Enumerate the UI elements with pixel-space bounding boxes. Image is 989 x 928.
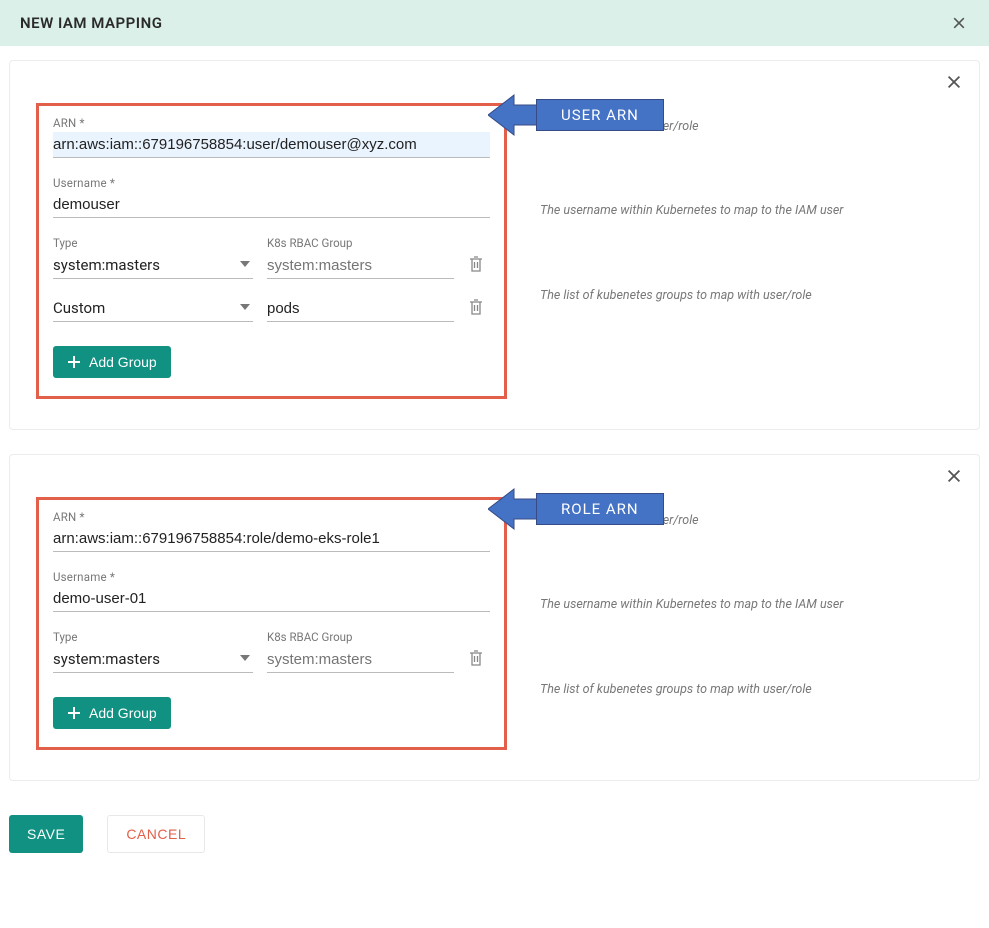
k8sgroup-label: K8s RBAC Group [267, 630, 454, 644]
dialog-footer: SAVE CANCEL [9, 805, 980, 853]
hint-username: The username within Kubernetes to map to… [540, 597, 959, 613]
field-hints: The ARN of the IAM user/role The usernam… [540, 513, 959, 766]
type-label: Type [53, 236, 253, 250]
card-close-icon[interactable] [945, 467, 963, 489]
callout-role-arn: ROLE ARN [488, 487, 664, 531]
add-group-label: Add Group [89, 705, 157, 721]
cancel-button[interactable]: CANCEL [107, 815, 205, 853]
trash-icon[interactable] [468, 652, 484, 671]
close-icon[interactable] [949, 13, 969, 33]
add-group-button[interactable]: Add Group [53, 697, 171, 729]
mapping-card-user: USER ARN The ARN of the IAM user/role Th… [9, 60, 980, 430]
username-input[interactable] [53, 586, 490, 612]
username-label: Username * [53, 570, 490, 584]
arn-input[interactable] [53, 526, 490, 552]
callout-user-arn: USER ARN [488, 93, 664, 137]
group-type-select[interactable]: system:masters [53, 646, 253, 673]
field-hints: The ARN of the IAM user/role The usernam… [540, 119, 959, 372]
add-group-label: Add Group [89, 354, 157, 370]
type-label: Type [53, 630, 253, 644]
k8sgroup-label: K8s RBAC Group [267, 236, 454, 250]
hint-username: The username within Kubernetes to map to… [540, 203, 959, 219]
hint-groups: The list of kubenetes groups to map with… [540, 288, 959, 304]
group-type-select[interactable]: system:masters [53, 252, 253, 279]
add-group-button[interactable]: Add Group [53, 346, 171, 378]
dialog-title: NEW IAM MAPPING [20, 14, 162, 32]
arn-label: ARN * [53, 510, 490, 524]
highlighted-form: ARN * Username * Type K8s RBAC Group sys… [36, 497, 507, 750]
highlighted-form: ARN * Username * Type K8s RBAC Group sys… [36, 103, 507, 399]
group-row: system:masters [53, 252, 490, 279]
group-row: Custom [53, 295, 490, 322]
callout-label: USER ARN [536, 99, 664, 131]
dialog-header: NEW IAM MAPPING [0, 0, 989, 46]
arn-label: ARN * [53, 116, 490, 130]
mapping-card-role: ROLE ARN The ARN of the IAM user/role Th… [9, 454, 980, 781]
hint-groups: The list of kubenetes groups to map with… [540, 682, 959, 698]
card-close-icon[interactable] [945, 73, 963, 95]
group-type-select[interactable]: Custom [53, 295, 253, 322]
save-button[interactable]: SAVE [9, 815, 83, 853]
username-input[interactable] [53, 192, 490, 218]
arn-input[interactable] [53, 132, 490, 158]
group-name-input[interactable] [267, 296, 454, 322]
trash-icon[interactable] [468, 258, 484, 277]
trash-icon[interactable] [468, 301, 484, 320]
callout-label: ROLE ARN [536, 493, 664, 525]
group-row: system:masters [53, 646, 490, 673]
group-name-input[interactable] [267, 647, 454, 673]
group-name-input[interactable] [267, 253, 454, 279]
username-label: Username * [53, 176, 490, 190]
